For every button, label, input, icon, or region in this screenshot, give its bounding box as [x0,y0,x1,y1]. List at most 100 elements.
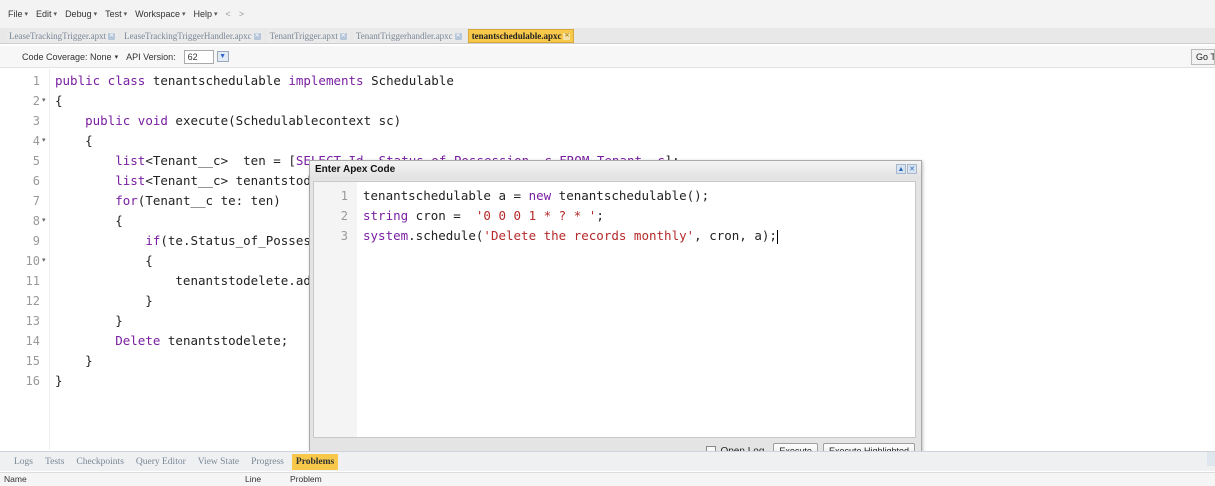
dialog-line-gutter: 1 2 3 [314,182,357,437]
chevron-down-icon: ▾ [214,11,218,18]
code-line[interactable]: string cron = '0 0 0 1 * ? * '; [363,206,604,226]
go-to-button[interactable]: Go To [1191,49,1215,65]
dialog-code-editor[interactable]: 1 2 3 tenantschedulable a = new tenantsche… [313,181,916,438]
file-tab-label: TenantTriggerhandler.apxc [355,31,453,41]
file-tab-label: LeaseTrackingTriggerHandler.apxc [124,31,252,41]
dialog-title-bar[interactable]: Enter Apex Code ▲ ✕ [310,161,921,179]
line-number: 13 [25,314,40,328]
menu-edit-label: Edit [36,9,52,19]
close-icon[interactable]: ✕ [907,164,917,174]
fold-toggle-icon[interactable]: ▾ [42,211,50,231]
code-line[interactable]: { [55,211,123,231]
code-line[interactable]: } [55,311,123,331]
code-line[interactable]: { [55,131,93,151]
menu-workspace[interactable]: Workspace ▾ [135,9,185,19]
chevron-down-icon: ▾ [114,53,119,61]
close-icon[interactable]: ✕ [563,32,571,40]
close-icon[interactable]: ✕ [339,32,347,40]
api-version-value: 62 [183,49,214,64]
line-number: 14 [25,334,40,348]
menu-debug-label: Debug [65,9,92,19]
close-icon[interactable]: ✕ [253,32,261,40]
line-number: 1 [340,189,348,203]
code-line[interactable]: system.schedule('Delete the records mont… [363,226,778,246]
menu-workspace-label: Workspace [135,9,180,19]
line-number: 9 [32,234,40,248]
tab-checkpoints[interactable]: Checkpoints [72,454,128,470]
file-tab-tenantschedulable[interactable]: tenantschedulable.apxc ✕ [467,29,575,43]
menu-file[interactable]: File ▾ [8,9,28,19]
code-line[interactable]: { [55,91,63,111]
back-arrow-icon[interactable]: < [226,9,231,19]
column-name[interactable]: Name [4,474,27,484]
chevron-down-icon: ▾ [93,11,98,18]
tab-progress[interactable]: Progress [247,454,288,470]
line-number: 3 [340,229,348,243]
line-number: 11 [25,274,40,288]
line-number: 5 [32,154,40,168]
line-number: 12 [25,294,40,308]
file-tab-label: tenantschedulable.apxc [471,31,562,41]
forward-arrow-icon[interactable]: > [239,9,244,19]
code-line[interactable]: public class tenantschedulable implement… [55,71,454,91]
close-icon[interactable]: ✕ [108,32,116,40]
menu-edit[interactable]: Edit ▾ [36,9,57,19]
menu-test-label: Test [105,9,122,19]
file-tab-leasetrackingtrigger[interactable]: LeaseTrackingTrigger.apxt ✕ [6,29,119,43]
code-line[interactable]: public void execute(Schedulablecontext s… [55,111,401,131]
line-number: 3 [32,114,40,128]
close-icon[interactable]: ✕ [454,32,462,40]
dialog-title: Enter Apex Code [315,164,396,175]
file-tab-tenanttrigger[interactable]: TenantTrigger.apxt ✕ [266,29,350,43]
code-line[interactable]: Delete tenantstodelete; [55,331,288,351]
code-coverage-label: Code Coverage: None [22,51,112,62]
fold-toggle-icon[interactable]: ▾ [42,251,50,271]
tab-view-state[interactable]: View State [194,454,243,470]
fold-toggle-icon[interactable]: ▾ [42,131,50,151]
tab-tests[interactable]: Tests [41,454,68,470]
file-tab-tenanttriggerhandler[interactable]: TenantTriggerhandler.apxc ✕ [352,29,465,43]
chevron-down-icon: ▾ [24,11,29,18]
line-number-gutter: 1 2 ▾ 3 4 ▾ 5 6 7 8 ▾ 9 10 ▾ 11 12 13 14 15 16 [0,69,50,450]
code-line[interactable]: { [55,251,153,271]
enter-apex-code-dialog: Enter Apex Code ▲ ✕ 1 2 3 tenantschedulabl… [309,160,922,463]
collapse-icon[interactable]: ▲ [896,164,906,174]
line-number: 6 [32,174,40,188]
chevron-down-icon: ▾ [182,11,186,18]
menu-help[interactable]: Help ▾ [194,9,218,19]
chevron-down-icon: ▾ [53,11,58,18]
column-line[interactable]: Line [245,474,261,484]
chevron-down-icon[interactable]: ▼ [216,51,229,62]
tab-problems[interactable]: Problems [291,453,339,470]
line-number: 2 [32,94,40,108]
code-line[interactable]: } [55,371,63,391]
file-tab-strip: LeaseTrackingTrigger.apxt ✕ LeaseTracking… [0,28,1215,44]
menu-bar: File ▾ Edit ▾ Debug ▾ Test ▾ Workspace ▾ Help… [0,0,1215,28]
column-problem[interactable]: Problem [290,474,322,484]
panel-scroll-handle[interactable] [1207,452,1215,466]
file-tab-label: TenantTrigger.apxt [269,31,338,41]
code-coverage-select[interactable]: Code Coverage: None ▾ [22,52,118,62]
code-line[interactable]: } [55,351,93,371]
api-version-select[interactable]: 62 ▼ [183,49,229,64]
tab-logs[interactable]: Logs [10,454,37,470]
line-number: 15 [25,354,40,368]
fold-toggle-icon[interactable]: ▾ [42,91,50,111]
editor-toolbar: Code Coverage: None ▾ API Version: 62 ▼ G… [0,46,1215,68]
api-version-label: API Version: [126,51,176,62]
line-number: 1 [32,74,40,88]
menu-help-label: Help [193,9,213,19]
menu-debug[interactable]: Debug ▾ [65,9,97,19]
line-number: 10 [25,254,40,268]
bottom-panel-tabs: Logs Tests Checkpoints Query Editor View Sta… [0,451,1215,471]
line-number: 16 [25,374,40,388]
code-line[interactable]: tenantschedulable a = new tenantschedula… [363,186,709,206]
menu-file-label: File [8,9,23,19]
tab-query-editor[interactable]: Query Editor [132,454,190,470]
file-tab-label: LeaseTrackingTrigger.apxt [9,31,107,41]
menu-test[interactable]: Test ▾ [105,9,127,19]
file-tab-leasetrackingtriggerhandler[interactable]: LeaseTrackingTriggerHandler.apxc ✕ [121,29,264,43]
code-line[interactable]: } [55,291,153,311]
code-line[interactable]: for(Tenant__c te: ten) [55,191,281,211]
line-number: 7 [32,194,40,208]
